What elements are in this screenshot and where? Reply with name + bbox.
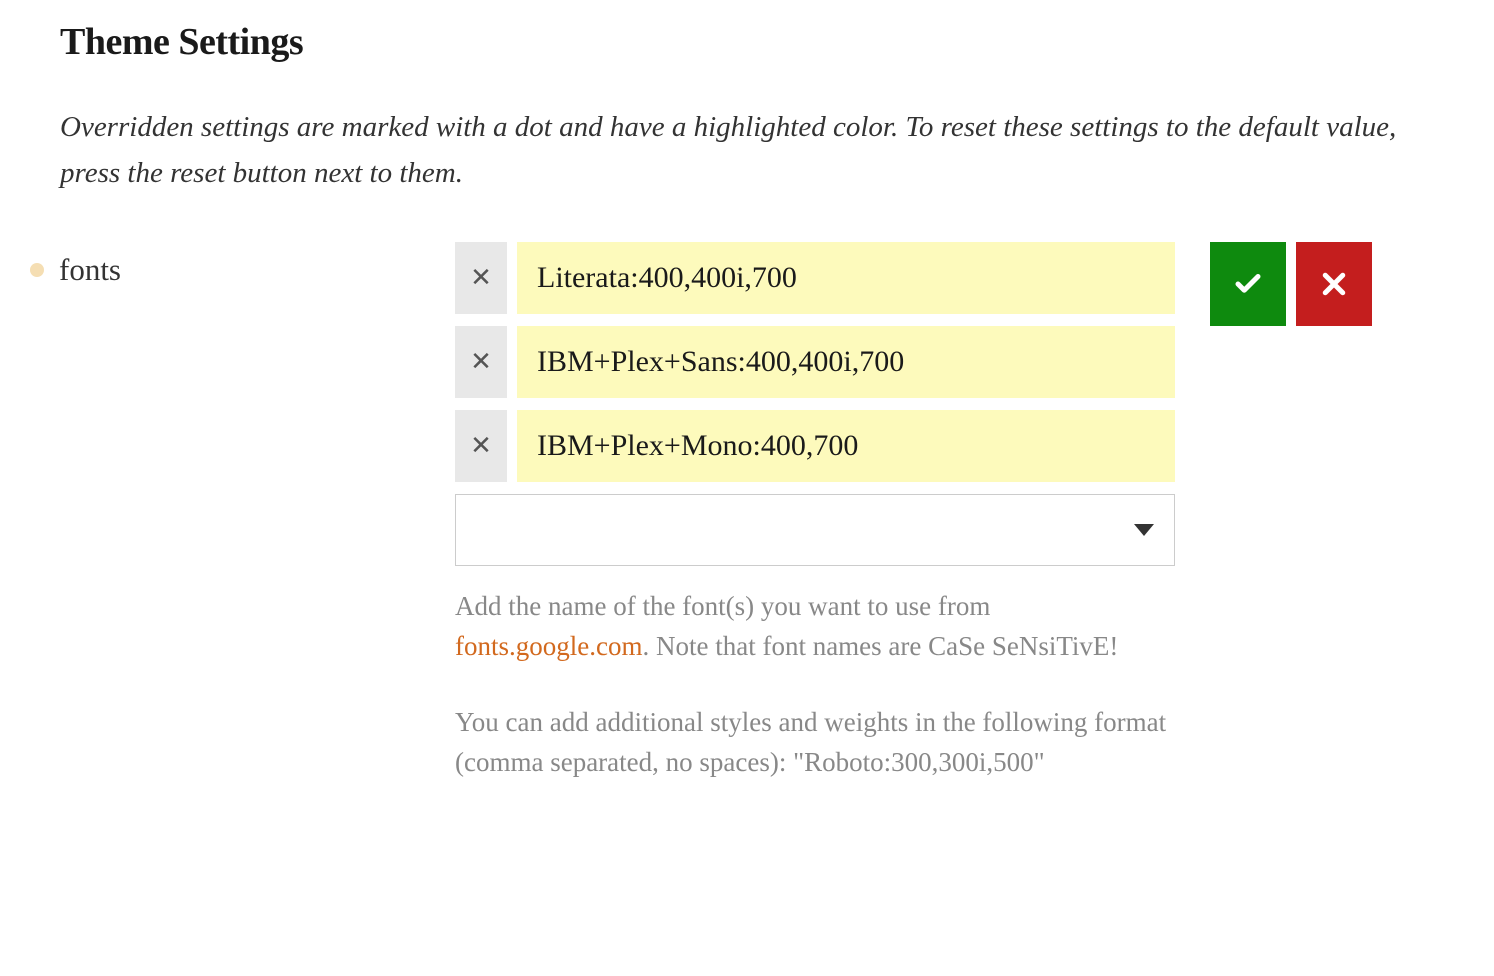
help-text-segment: Add the name of the font(s) you want to …	[455, 591, 990, 621]
setting-row-fonts: fonts ✕ ✕ ✕ Add the name of the font(s)	[60, 242, 1434, 818]
close-icon: ✕	[470, 430, 492, 461]
font-item: ✕	[455, 326, 1175, 398]
remove-font-button[interactable]: ✕	[455, 326, 507, 398]
setting-actions	[1210, 242, 1372, 326]
close-icon: ✕	[470, 262, 492, 293]
check-icon	[1233, 269, 1263, 299]
help-text-2: You can add additional styles and weight…	[455, 702, 1175, 783]
page-title: Theme Settings	[60, 20, 1434, 64]
font-item: ✕	[455, 410, 1175, 482]
settings-description: Overridden settings are marked with a do…	[60, 104, 1420, 197]
fonts-google-link[interactable]: fonts.google.com	[455, 631, 642, 661]
setting-value-area: ✕ ✕ ✕ Add the name of the font(s) you wa…	[455, 242, 1175, 818]
help-text-segment: . Note that font names are CaSe SeNsiTiv…	[642, 631, 1118, 661]
font-input[interactable]	[517, 242, 1175, 314]
override-indicator-dot	[30, 263, 44, 277]
chevron-down-icon	[1134, 524, 1154, 536]
setting-label: fonts	[59, 252, 121, 288]
help-text-1: Add the name of the font(s) you want to …	[455, 586, 1175, 667]
setting-label-wrap: fonts	[60, 242, 455, 288]
confirm-button[interactable]	[1210, 242, 1286, 326]
remove-font-button[interactable]: ✕	[455, 410, 507, 482]
close-icon	[1319, 269, 1349, 299]
cancel-button[interactable]	[1296, 242, 1372, 326]
font-input[interactable]	[517, 410, 1175, 482]
font-input[interactable]	[517, 326, 1175, 398]
font-item: ✕	[455, 242, 1175, 314]
close-icon: ✕	[470, 346, 492, 377]
remove-font-button[interactable]: ✕	[455, 242, 507, 314]
add-font-dropdown[interactable]	[455, 494, 1175, 566]
